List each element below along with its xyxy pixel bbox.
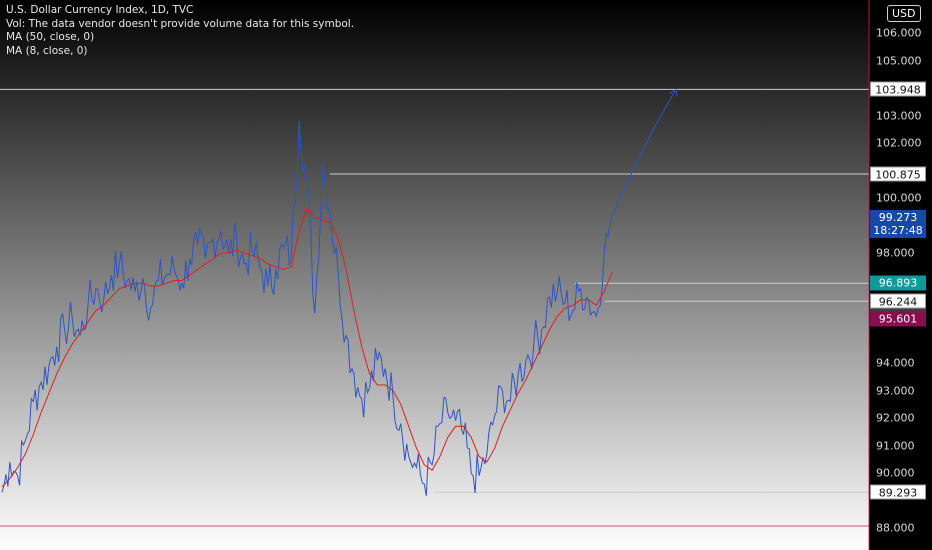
- axis-tick-label: 100.000: [876, 191, 922, 205]
- axis-tick-label: 98.000: [876, 246, 915, 260]
- axis-tick-label: 90.000: [876, 466, 915, 480]
- axis-tick-label: 88.000: [876, 521, 915, 535]
- bar-countdown: 18:27:48: [873, 223, 923, 237]
- last-price-tag: 99.273 18:27:48: [870, 209, 926, 238]
- legend-volume: Vol: The data vendor doesn't provide vol…: [6, 17, 355, 30]
- axis-tick-label: 102.000: [876, 136, 922, 150]
- price-chart[interactable]: [0, 0, 932, 550]
- chart-legend: U.S. Dollar Currency Index, 1D, TVC Vol:…: [6, 4, 354, 58]
- price-tag-teal: 96.893: [870, 275, 926, 291]
- currency-button[interactable]: USD: [887, 5, 921, 22]
- axis-tick-label: 103.000: [876, 109, 922, 122]
- axis-tick-label: 91.000: [876, 439, 915, 452]
- axis-tick-label: 105.000: [876, 54, 922, 67]
- last-price-value: 99.273: [878, 210, 918, 224]
- legend-ma50[interactable]: MA (50, close, 0): [6, 31, 354, 45]
- level-price-tag[interactable]: 103.948: [870, 81, 926, 97]
- axis-tick-label: 92.000: [876, 411, 915, 425]
- level-price-tag[interactable]: 96.244: [870, 293, 926, 309]
- axis-tick-label: 106.000: [876, 26, 922, 40]
- legend-ma8[interactable]: MA (8, close, 0): [6, 45, 354, 59]
- level-price-tag[interactable]: 89.293: [870, 484, 926, 500]
- axis-tick-label: 94.000: [876, 356, 915, 370]
- chart-window: U.S. Dollar Currency Index, 1D, TVC Vol:…: [0, 0, 932, 550]
- level-price-tag[interactable]: 100.875: [870, 166, 926, 182]
- axis-tick-label: 93.000: [876, 384, 915, 397]
- legend-title: U.S. Dollar Currency Index, 1D, TVC: [6, 4, 194, 16]
- price-tag-maroon: 95.601: [870, 311, 926, 327]
